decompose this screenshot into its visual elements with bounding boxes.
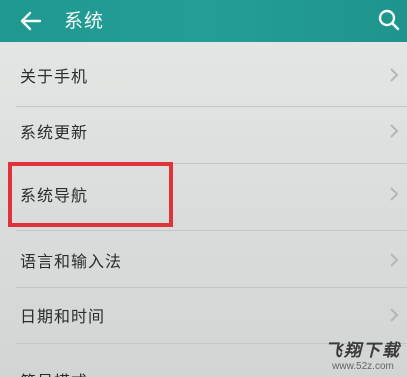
- menu-item-label: 系统更新: [20, 123, 89, 142]
- menu-item-language-input[interactable]: 语言和输入法: [0, 231, 407, 289]
- menu-item-label: 关于手机: [20, 67, 89, 86]
- chevron-right-icon: [390, 253, 399, 267]
- menu-item-about-phone[interactable]: 关于手机: [0, 46, 407, 104]
- watermark-text: 飞翔下载: [325, 341, 401, 361]
- watermark: 飞翔下载 www.52z.com: [325, 341, 401, 373]
- chevron-right-icon: [390, 187, 399, 201]
- search-button[interactable]: [374, 5, 404, 35]
- search-icon: [378, 9, 400, 31]
- watermark-url: www.52z.com: [332, 361, 394, 372]
- arrow-left-icon: [20, 11, 42, 31]
- menu-item-date-time[interactable]: 日期和时间: [0, 286, 407, 344]
- app-bar: 系统: [0, 0, 407, 42]
- page-title: 系统: [64, 10, 105, 32]
- settings-screen: 系统 关于手机 系统更新 系统导航 语言和输入法 日期和时间 飞翔下载 www.…: [0, 0, 407, 377]
- chevron-right-icon: [390, 308, 399, 322]
- highlight-box: [8, 162, 173, 227]
- menu-item-system-update[interactable]: 系统更新: [0, 102, 407, 160]
- chevron-right-icon: [390, 68, 399, 82]
- chevron-right-icon: [390, 124, 399, 138]
- menu-item-label: 日期和时间: [20, 307, 106, 326]
- menu-item-label: 语言和输入法: [20, 252, 123, 271]
- menu-item-label: 简易模式: [20, 368, 88, 377]
- back-button[interactable]: [14, 4, 48, 38]
